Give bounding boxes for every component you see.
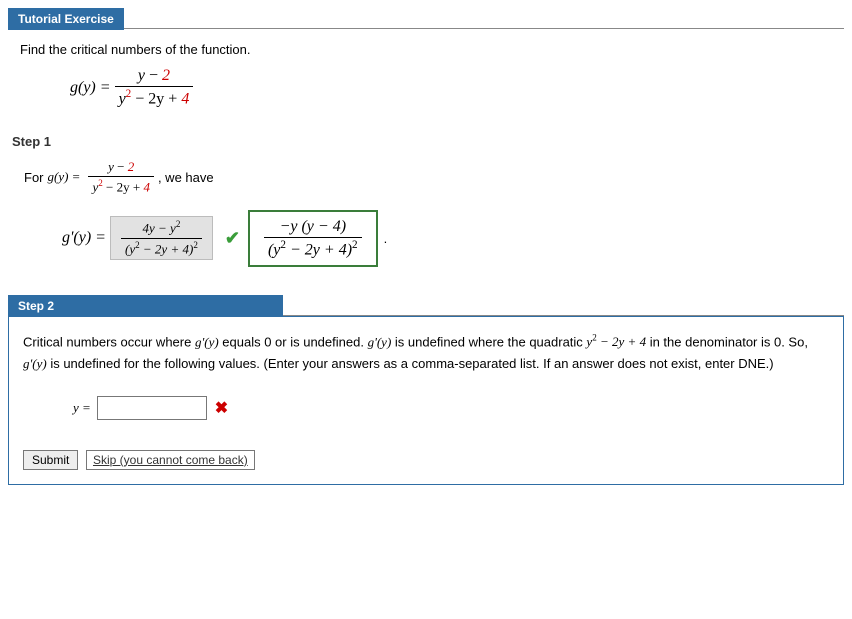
function-fraction: y − 2 y2 − 2y + 4 [115, 67, 194, 108]
header-title: Tutorial Exercise [8, 8, 124, 30]
step1-func-lhs: g(y) = [48, 169, 81, 185]
numerator-const: 2 [162, 67, 170, 84]
check-icon: ✔ [225, 228, 240, 249]
skip-link[interactable]: Skip (you cannot come back) [86, 450, 255, 470]
step2-header: Step 2 [8, 295, 844, 317]
step2-label: Step 2 [8, 295, 283, 317]
derivative-correct-box: −y (y − 4) (y2 − 2y + 4)2 [248, 210, 378, 267]
step2-paragraph: Critical numbers occur where g'(y) equal… [23, 331, 829, 376]
function-definition: g(y) = y − 2 y2 − 2y + 4 [70, 67, 197, 108]
denominator-const: 4 [181, 90, 189, 107]
numerator-op: − [145, 67, 162, 84]
step2-section: Step 2 Critical numbers occur where g'(y… [8, 295, 844, 485]
step1-line: For g(y) = y − 2 y2 − 2y + 4 , we have [24, 159, 844, 195]
submit-button[interactable]: Submit [23, 450, 78, 470]
derivative-row: g'(y) = 4y − y2 (y2 − 2y + 4)2 ✔ −y (y −… [62, 210, 844, 267]
answer-input[interactable] [97, 396, 207, 420]
function-lhs: g(y) = [70, 79, 111, 97]
step1-pre: For [24, 170, 44, 185]
button-row: Submit Skip (you cannot come back) [23, 450, 829, 470]
prompt-text: Find the critical numbers of the functio… [20, 42, 844, 57]
derivative-lhs: g'(y) = [62, 229, 106, 247]
answer-row: y = ✖ [73, 396, 829, 420]
numerator-var: y [138, 67, 145, 84]
step1-post: , we have [158, 170, 214, 185]
step2-box: Critical numbers occur where g'(y) equal… [8, 316, 844, 485]
denominator-var: y [119, 90, 126, 107]
step1-fraction: y − 2 y2 − 2y + 4 [88, 159, 154, 195]
denominator-mid: − 2y + [131, 90, 181, 107]
y-equals-label: y = [73, 400, 91, 416]
wrong-icon: ✖ [215, 398, 228, 418]
header-rule [124, 8, 844, 29]
step1-label: Step 1 [12, 134, 844, 149]
correct-numerator: −y (y − 4) [276, 218, 350, 236]
step1-section: Step 1 For g(y) = y − 2 y2 − 2y + 4 , we… [8, 134, 844, 267]
derivative-entered-box: 4y − y2 (y2 − 2y + 4)2 [110, 216, 213, 260]
trailing-period: . [384, 231, 388, 246]
tutorial-header: Tutorial Exercise [8, 8, 844, 30]
prompt-section: Find the critical numbers of the functio… [8, 42, 844, 108]
